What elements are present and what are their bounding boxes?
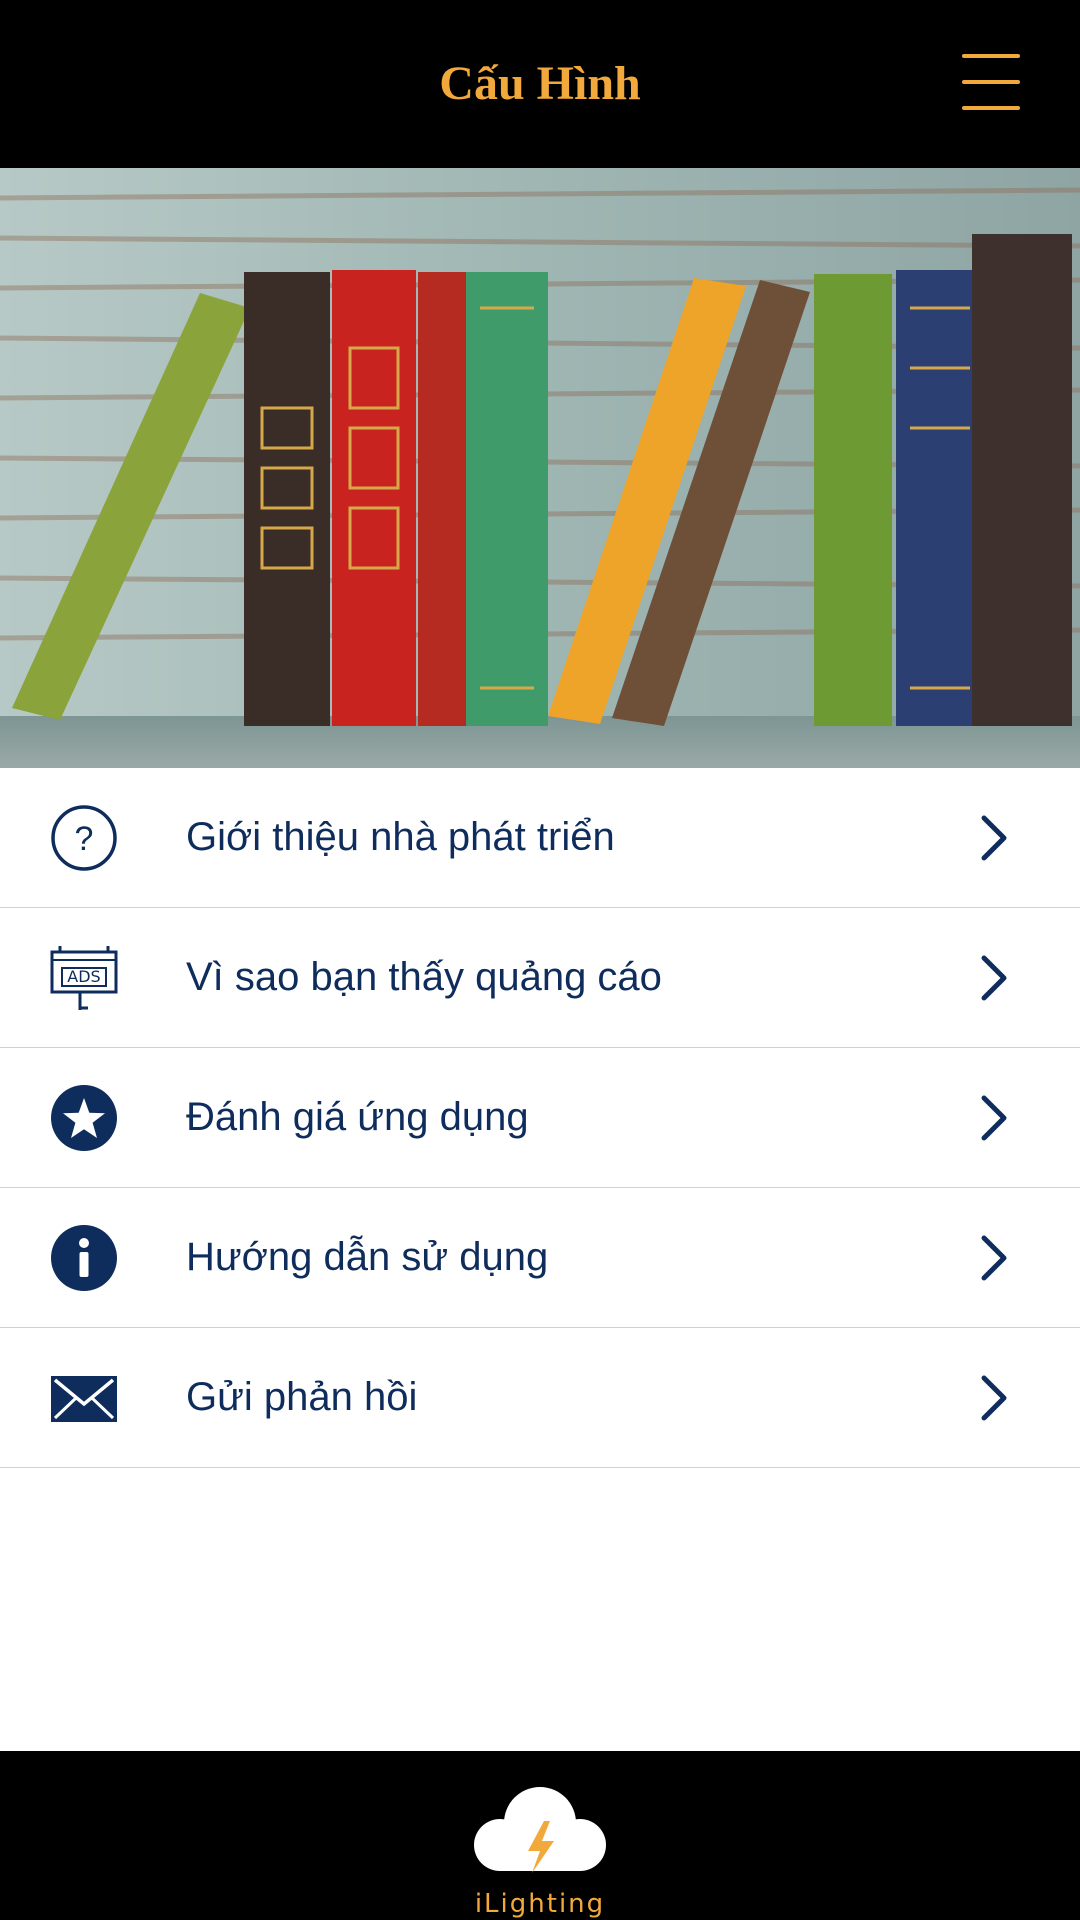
bookshelf-image <box>0 168 1080 768</box>
ads-billboard-icon: ADS <box>50 946 118 1010</box>
menu-item-rate-app[interactable]: Đánh giá ứng dụng <box>0 1048 1080 1188</box>
menu-item-label: Vì sao bạn thấy quảng cáo <box>186 955 662 999</box>
menu-line <box>962 80 1020 84</box>
chevron-right-icon <box>981 815 1007 861</box>
question-circle-icon: ? <box>51 805 117 871</box>
menu-item-label: Đánh giá ứng dụng <box>186 1095 529 1139</box>
chevron-right-icon <box>981 955 1007 1001</box>
bookshelf-banner <box>0 168 1080 768</box>
app-logo: iLighting <box>470 1781 610 1919</box>
star-circle-icon <box>51 1085 117 1151</box>
menu-line <box>962 54 1020 58</box>
menu-item-developer-info[interactable]: ? Giới thiệu nhà phát triển <box>0 768 1080 908</box>
menu-item-label: Gửi phản hồi <box>186 1375 418 1419</box>
menu-item-send-feedback[interactable]: Gửi phản hồi <box>0 1328 1080 1468</box>
hamburger-menu-button[interactable] <box>962 54 1026 114</box>
svg-text:?: ? <box>75 820 94 858</box>
info-circle-icon <box>51 1225 117 1291</box>
cloud-lightning-icon <box>474 1787 606 1873</box>
footer-bar: iLighting <box>0 1751 1080 1920</box>
menu-item-user-guide[interactable]: Hướng dẫn sử dụng <box>0 1188 1080 1328</box>
menu-item-label: Giới thiệu nhà phát triển <box>186 815 615 859</box>
settings-menu-list: ? Giới thiệu nhà phát triển ADS Vì sao b… <box>0 768 1080 1468</box>
svg-text:ADS: ADS <box>67 967 100 986</box>
chevron-right-icon <box>981 1095 1007 1141</box>
logo-text: iLighting <box>474 1889 606 1919</box>
menu-item-why-ads[interactable]: ADS Vì sao bạn thấy quảng cáo <box>0 908 1080 1048</box>
envelope-icon <box>51 1376 117 1422</box>
chevron-right-icon <box>981 1235 1007 1281</box>
chevron-right-icon <box>981 1375 1007 1421</box>
menu-item-label: Hướng dẫn sử dụng <box>186 1235 549 1279</box>
menu-line <box>962 106 1020 110</box>
page-title: Cấu Hình <box>439 57 641 110</box>
top-bar: Cấu Hình <box>0 0 1080 168</box>
